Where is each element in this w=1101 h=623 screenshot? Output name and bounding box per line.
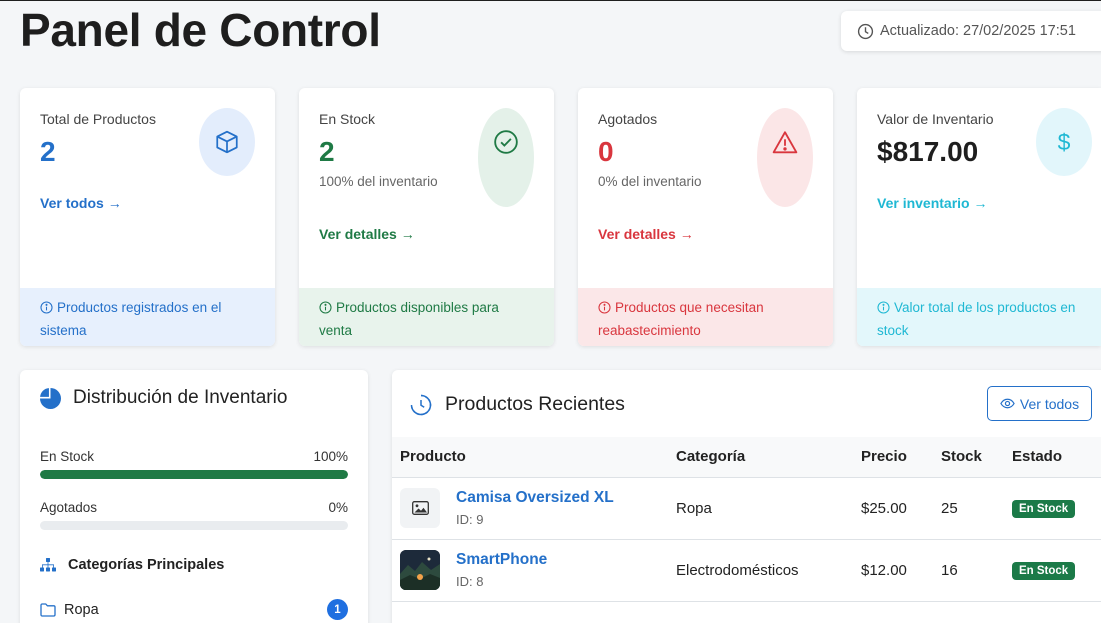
link-label: Ver detalles — [598, 226, 676, 242]
card-inventory-value: Valor de Inventario $817.00 Ver inventar… — [857, 88, 1101, 346]
panel-header: Productos Recientes — [410, 393, 625, 416]
card-value: $817.00 — [877, 136, 979, 167]
product-id: ID: 9 — [456, 512, 484, 527]
table-row[interactable]: Camisa Oversized XL ID: 9 Ropa $25.00 25… — [392, 477, 1101, 540]
page-title: Panel de Control — [20, 4, 381, 56]
card-label: En Stock — [319, 111, 376, 127]
info-icon — [40, 299, 53, 320]
product-name-link[interactable]: SmartPhone — [456, 551, 547, 569]
card-footer: Productos que necesitan reabastecimiento — [578, 288, 833, 346]
link-label: Ver inventario — [877, 195, 970, 211]
eye-icon — [1000, 398, 1015, 409]
category-name: Ropa — [64, 601, 99, 618]
history-icon — [410, 394, 432, 416]
table-header-row: Producto Categoría Precio Stock Estado — [392, 437, 1101, 478]
product-category: Ropa — [676, 477, 861, 540]
view-all-recent-button[interactable]: Ver todos — [987, 386, 1092, 421]
product-name-link[interactable]: Camisa Oversized XL — [456, 489, 614, 507]
card-label: Valor de Inventario — [877, 111, 994, 127]
pie-chart-icon — [40, 387, 61, 409]
table-row[interactable]: SmartPhone ID: 8 Electrodomésticos $12.0… — [392, 539, 1101, 602]
bar-percent: 100% — [313, 449, 348, 464]
inventory-distribution-panel: Distribución de Inventario En Stock 100% … — [20, 370, 368, 623]
recent-products-panel: Productos Recientes Ver todos Producto C… — [392, 370, 1101, 623]
view-stock-details-link[interactable]: Ver detalles → — [319, 226, 415, 242]
card-value: 2 — [40, 136, 56, 167]
stock-distribution-bar: En Stock 100% — [40, 449, 348, 479]
column-header[interactable]: Stock — [941, 437, 1012, 478]
bar-label: En Stock — [40, 449, 95, 464]
status-badge: En Stock — [1012, 561, 1076, 580]
card-footer: Valor total de los productos en stock — [857, 288, 1101, 346]
link-label: Ver todos — [40, 195, 104, 211]
column-header[interactable]: Estado — [1012, 437, 1101, 478]
card-footer-text: Productos que necesitan reabastecimiento — [598, 300, 764, 338]
card-out-of-stock: Agotados 0 0% del inventario Ver detalle… — [578, 88, 833, 346]
product-category: Electrodomésticos — [676, 539, 861, 602]
link-label: Ver detalles — [319, 226, 397, 242]
check-circle-icon — [478, 108, 534, 207]
card-in-stock: En Stock 2 100% del inventario Ver detal… — [299, 88, 554, 346]
info-icon — [319, 299, 332, 320]
arrow-right-icon: → — [107, 195, 122, 211]
card-label: Agotados — [598, 111, 658, 127]
column-header[interactable]: Categoría — [676, 437, 861, 478]
bar-label: Agotados — [40, 500, 98, 515]
panel-title: Productos Recientes — [445, 393, 625, 415]
out-of-stock-distribution-bar: Agotados 0% — [40, 500, 348, 530]
card-subtext: 100% del inventario — [319, 174, 438, 189]
panel-header: Distribución de Inventario — [40, 387, 287, 409]
card-total-products: Total de Productos 2 Ver todos → Product… — [20, 88, 275, 346]
category-count-badge: 1 — [327, 599, 348, 620]
arrow-right-icon: → — [679, 226, 694, 242]
arrow-right-icon: → — [973, 195, 988, 211]
product-price: $25.00 — [861, 477, 941, 540]
progress-track — [40, 470, 348, 479]
warning-icon — [757, 108, 813, 207]
bar-percent: 0% — [328, 500, 348, 515]
box-icon — [199, 108, 255, 176]
info-icon — [598, 299, 611, 320]
categories-header: Categorías Principales — [40, 557, 224, 573]
folder-icon — [40, 602, 56, 617]
progress-fill — [40, 470, 348, 479]
column-header[interactable]: Producto — [392, 437, 676, 478]
progress-track — [40, 521, 348, 530]
categories-title: Categorías Principales — [68, 557, 225, 573]
product-stock: 25 — [941, 477, 1012, 540]
sitemap-icon — [40, 558, 56, 572]
card-footer-text: Valor total de los productos en stock — [877, 300, 1076, 338]
last-updated-badge: Actualizado: 27/02/2025 17:51 — [841, 11, 1101, 51]
view-all-products-link[interactable]: Ver todos → — [40, 195, 122, 211]
info-icon — [877, 299, 890, 320]
category-item[interactable]: Ropa 1 — [40, 599, 348, 620]
button-label: Ver todos — [1019, 395, 1080, 412]
status-badge: En Stock — [1012, 499, 1076, 518]
clock-icon — [857, 23, 874, 40]
arrow-right-icon: → — [400, 226, 415, 242]
view-inventory-link[interactable]: Ver inventario → — [877, 195, 987, 211]
column-header[interactable]: Precio — [861, 437, 941, 478]
product-thumbnail — [400, 550, 440, 590]
product-stock: 16 — [941, 539, 1012, 602]
card-subtext: 0% del inventario — [598, 174, 702, 189]
image-placeholder-icon — [400, 488, 440, 528]
card-footer: Productos disponibles para venta — [299, 288, 554, 346]
dollar-icon: $ — [1036, 108, 1092, 176]
card-footer-text: Productos disponibles para venta — [319, 300, 499, 338]
last-updated-text: Actualizado: 27/02/2025 17:51 — [880, 23, 1076, 39]
card-value: 0 — [598, 136, 614, 167]
card-footer: Productos registrados en el sistema — [20, 288, 275, 346]
product-id: ID: 8 — [456, 574, 484, 589]
card-label: Total de Productos — [40, 111, 156, 127]
card-footer-text: Productos registrados en el sistema — [40, 300, 222, 338]
recent-products-table: Producto Categoría Precio Stock Estado C… — [392, 437, 1101, 602]
product-price: $12.00 — [861, 539, 941, 602]
view-out-of-stock-details-link[interactable]: Ver detalles → — [598, 226, 694, 242]
panel-title: Distribución de Inventario — [73, 387, 288, 408]
card-value: 2 — [319, 136, 335, 167]
